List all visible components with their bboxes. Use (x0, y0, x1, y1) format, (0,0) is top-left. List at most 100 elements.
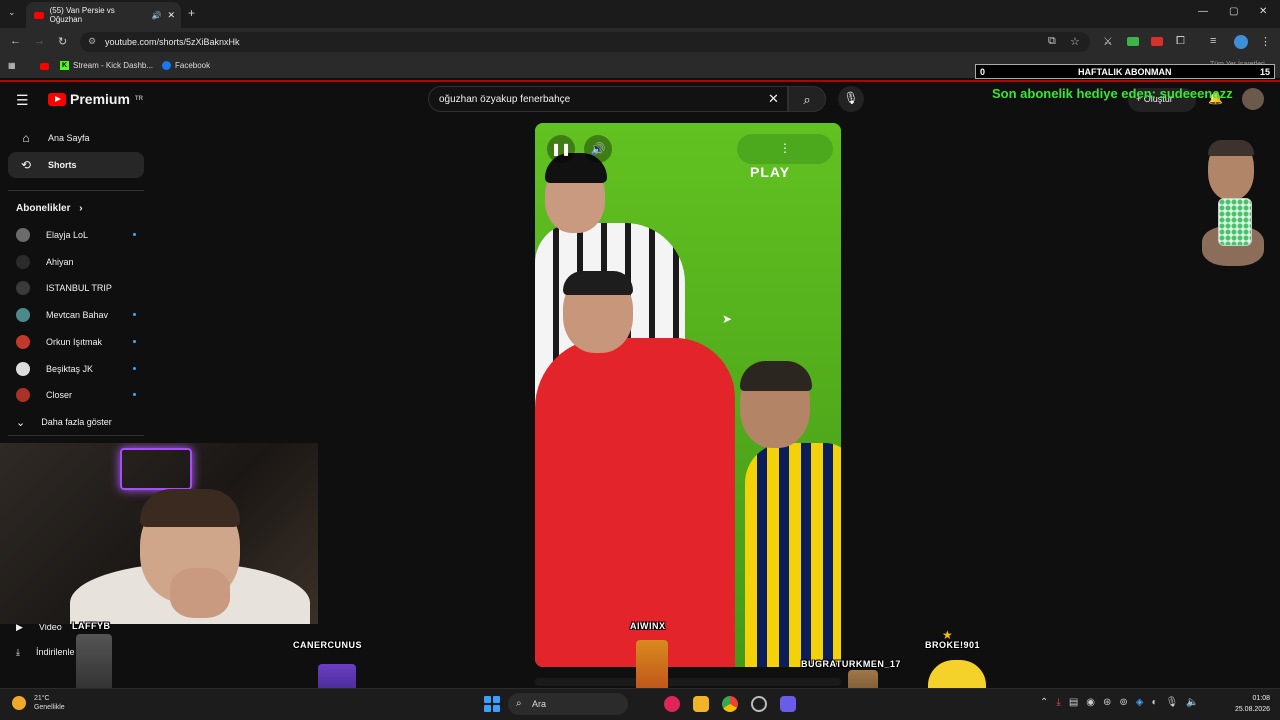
clear-search-icon[interactable]: ✕ (768, 91, 779, 107)
widget-count-right: 15 (1259, 67, 1270, 77)
download-icon: ⤓ (16, 646, 20, 657)
kick-icon: K (60, 61, 69, 70)
facebook-icon (162, 61, 171, 70)
pause-button[interactable]: ❚❚ (547, 135, 575, 163)
taskbar-search[interactable]: ⌕ Ara (508, 693, 628, 715)
stream-overlay-last-sub-gift: Son abonelik hediye eden: sudeeenazz (992, 86, 1233, 101)
discord-icon[interactable] (780, 696, 796, 712)
youtube-favicon-icon (34, 11, 44, 19)
chevron-right-icon: › (79, 203, 83, 214)
channel-avatar (16, 334, 30, 349)
widget-count-left: 0 (980, 67, 986, 77)
sticker-hair (1208, 140, 1254, 156)
adblock-icon[interactable] (1151, 37, 1163, 46)
video-referee (535, 338, 735, 667)
close-window-button[interactable]: ✕ (1259, 6, 1267, 17)
windows-start-button[interactable] (484, 696, 500, 712)
weather-widget[interactable]: 21°C Genellikle (12, 694, 65, 712)
subscription-item[interactable]: Orkun Işıtmak (16, 332, 136, 352)
media-control-icon[interactable]: ≡ (1210, 35, 1216, 47)
subscriptions-header[interactable]: Abonelikler › (16, 203, 83, 214)
sticker-person-with-jar (1202, 140, 1264, 266)
sidebar-divider (8, 435, 144, 436)
more-options-button[interactable]: ⋮ (737, 134, 833, 164)
taskbar-clock[interactable]: 01:08 25.08.2026 (1226, 693, 1270, 715)
sidebar-item-shorts[interactable]: ⟲ Shorts (8, 152, 144, 178)
tray-icon: ◈ (1135, 697, 1144, 708)
apps-grid-icon[interactable]: ▦ (8, 61, 16, 70)
cast-icon[interactable]: ⧉ (1048, 35, 1056, 48)
sidebar-item-home[interactable]: ⌂ Ana Sayfa (8, 125, 144, 151)
voice-search-button[interactable]: 🎙 (838, 86, 864, 112)
webcam-person-hand (170, 568, 230, 618)
bookmark-facebook[interactable]: Facebook (162, 61, 210, 70)
subscription-item[interactable]: Closer (16, 385, 136, 405)
youtube-premium-logo[interactable]: Premium TR (48, 91, 143, 107)
search-input[interactable]: oğuzhan özyakup fenerbahçe (428, 86, 788, 112)
show-more-button[interactable]: ⌄ Daha fazla göster (16, 412, 136, 432)
logo-country-badge: TR (134, 96, 143, 102)
tray-icon: ◉ (1086, 697, 1095, 708)
new-content-dot (133, 339, 136, 343)
bookmark-star-icon[interactable]: ☆ (1070, 35, 1080, 48)
kick-extension-icon[interactable] (1127, 37, 1139, 46)
search-button[interactable]: ⌕ (788, 86, 826, 112)
file-explorer-icon[interactable] (693, 696, 709, 712)
youtube-bookmark-icon[interactable] (40, 63, 49, 70)
site-info-icon[interactable]: ⚙ (88, 36, 96, 47)
subscription-item[interactable]: Elayja LoL (16, 225, 136, 245)
show-more-label: Daha fazla göster (41, 417, 112, 427)
home-icon: ⌂ (22, 131, 30, 145)
channel-avatar (16, 254, 30, 269)
subscription-item[interactable]: ISTANBUL TRIP (16, 278, 136, 298)
weather-sun-icon (12, 696, 26, 710)
audio-icon[interactable]: 🔊 (151, 11, 161, 20)
browser-menu-icon[interactable]: ⋮ (1260, 35, 1271, 48)
sidebar-item-label: İndirilenle (35, 647, 75, 657)
channel-name: Beşiktaş JK (46, 363, 94, 374)
start-logo-tile (484, 696, 491, 703)
minimize-button[interactable]: — (1198, 6, 1208, 17)
tab-search-icon[interactable]: ⌄ (8, 7, 16, 18)
extension-icon[interactable]: ⚔ (1103, 35, 1113, 48)
subscription-item[interactable]: Ahiyan (16, 252, 136, 272)
pause-icon: ❚❚ (550, 142, 572, 156)
channel-avatar (16, 361, 30, 376)
forward-icon[interactable]: → (34, 35, 45, 47)
play-overlay-label: PLAY (750, 164, 791, 180)
video-progress-bar[interactable] (535, 678, 841, 686)
channel-avatar (16, 281, 30, 296)
back-icon[interactable]: ← (10, 35, 21, 47)
channel-name: Orkun Işıtmak (46, 336, 103, 347)
subscriptions-header-label: Abonelikler (16, 203, 71, 214)
subscription-item[interactable]: Mevtcan Bahav (16, 305, 136, 325)
volume-button[interactable]: 🔊 (584, 135, 612, 163)
new-tab-button[interactable]: + (188, 6, 195, 20)
chevron-down-icon: ⌄ (16, 416, 26, 429)
menu-icon[interactable]: ☰ (16, 92, 29, 109)
chrome-icon[interactable] (722, 696, 738, 712)
taskbar-app-icon[interactable] (664, 696, 680, 712)
start-logo-tile (493, 696, 500, 703)
bookmark-kick[interactable]: K Stream - Kick Dashb... (60, 61, 153, 70)
system-tray[interactable]: ⌃ ⤓ ▤ ◉ ⊛ ⊚ ◈ ◐ 🎙 🔈 (1040, 697, 1199, 708)
maximize-button[interactable]: ▢ (1229, 6, 1238, 17)
profile-avatar-icon[interactable] (1234, 35, 1248, 49)
mic-icon: 🎙 (843, 91, 859, 105)
video-player-fenerbahce (745, 443, 841, 667)
sidebar-item-label: Shorts (48, 160, 77, 170)
weather-temp: 21°C (33, 695, 50, 702)
volume-icon: 🔊 (590, 142, 606, 156)
subscription-item[interactable]: Beşiktaş JK (16, 359, 136, 379)
tray-icon: ◐ (1151, 697, 1158, 708)
extensions-puzzle-icon[interactable]: ⧠ (1176, 35, 1185, 48)
sidebar-divider (8, 190, 144, 191)
reload-icon[interactable]: ↻ (58, 35, 67, 48)
browser-tab[interactable]: (55) Van Persie vs Oğuzhan 🔊 ✕ (26, 2, 181, 28)
account-avatar[interactable] (1242, 88, 1264, 110)
stream-viewer-name: AIWINX (630, 621, 666, 631)
channel-name: Mevtcan Bahav (46, 310, 109, 321)
steam-icon[interactable] (751, 696, 767, 712)
close-tab-icon[interactable]: ✕ (167, 10, 175, 21)
shorts-video-player[interactable]: ❚❚ 🔊 ⋮ PLAY (535, 123, 841, 667)
